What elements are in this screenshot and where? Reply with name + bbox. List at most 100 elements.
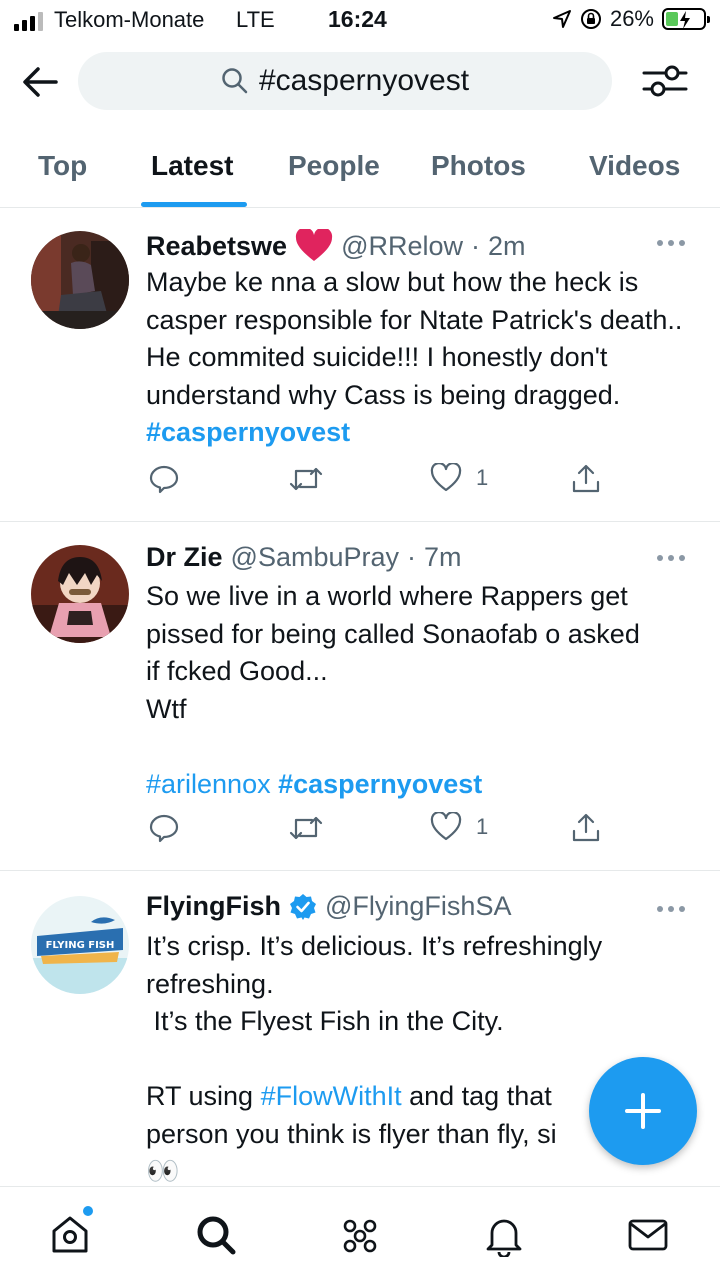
tweet-actions: 1 bbox=[146, 812, 616, 848]
tweet-text-fragment: RT using bbox=[146, 1081, 261, 1111]
user-handle: @RRelow bbox=[341, 230, 464, 261]
new-content-indicator bbox=[83, 1206, 93, 1216]
clock: 16:24 bbox=[328, 6, 387, 32]
tweet-text: So we live in a world where Rappers get p… bbox=[146, 578, 686, 803]
bottom-navigation bbox=[0, 1186, 720, 1280]
nav-messages[interactable] bbox=[626, 1213, 670, 1257]
nav-search[interactable] bbox=[194, 1213, 238, 1257]
plus-icon bbox=[625, 1093, 661, 1129]
nav-spaces[interactable] bbox=[338, 1213, 382, 1257]
more-icon[interactable] bbox=[656, 239, 686, 247]
search-query: #caspernyovest bbox=[258, 64, 470, 97]
share-icon bbox=[572, 813, 600, 842]
search-icon bbox=[222, 68, 248, 94]
tweet-text-line: if fcked Good... bbox=[146, 656, 328, 686]
user-handle: @FlyingFishSA bbox=[325, 891, 512, 921]
location-icon bbox=[552, 10, 571, 28]
tweet-text-line: It’s the Flyest Fish in the City. bbox=[146, 1006, 504, 1036]
share-button[interactable] bbox=[570, 812, 602, 844]
tab-top[interactable]: Top bbox=[38, 150, 87, 182]
tab-photos[interactable]: Photos bbox=[431, 150, 526, 182]
tweet[interactable]: Reabetswe @RRelow · 2m Maybe ke nna a sl… bbox=[0, 209, 720, 522]
tweet-text-line: So we live in a world where Rappers get bbox=[146, 581, 628, 611]
tweet-time: 2m bbox=[488, 230, 526, 261]
compose-tweet-button[interactable] bbox=[589, 1057, 697, 1165]
mail-icon bbox=[628, 1219, 668, 1251]
arrow-left-icon bbox=[23, 67, 58, 97]
eyes-emoji: 👀 bbox=[146, 1156, 180, 1186]
heart-icon bbox=[430, 812, 462, 841]
tab-latest[interactable]: Latest bbox=[151, 150, 233, 182]
hashtag-link[interactable]: #arilennox bbox=[146, 769, 271, 799]
display-name[interactable]: Dr Zie bbox=[146, 542, 223, 573]
back-button[interactable] bbox=[20, 64, 60, 100]
tweet-header: Dr Zie @SambuPray · 7m bbox=[146, 542, 462, 573]
carrier-label: Telkom-Monate bbox=[54, 7, 205, 32]
status-bar: Telkom-Monate LTE 16:24 26% bbox=[0, 0, 720, 40]
sliders-icon bbox=[642, 65, 688, 97]
display-name[interactable]: FlyingFish bbox=[146, 891, 281, 922]
hashtag-link[interactable]: #caspernyovest bbox=[278, 769, 482, 799]
tweet[interactable]: Dr Zie @SambuPray · 7m So we live in a w… bbox=[0, 522, 720, 871]
tweet-text-fragment: and tag that bbox=[401, 1081, 552, 1111]
dot-separator: · bbox=[471, 230, 481, 261]
reply-icon bbox=[149, 814, 179, 843]
more-icon[interactable] bbox=[656, 905, 686, 913]
nav-notifications[interactable] bbox=[482, 1213, 526, 1259]
network-label: LTE bbox=[236, 7, 275, 32]
status-right: 26% bbox=[552, 6, 710, 32]
like-button[interactable]: 1 bbox=[430, 463, 488, 493]
user-handle: @SambuPray bbox=[230, 542, 400, 572]
red-heart-emoji-icon bbox=[295, 229, 333, 261]
reply-icon bbox=[149, 465, 179, 494]
tweet-header: FlyingFish @FlyingFishSA bbox=[146, 891, 511, 922]
tweet-body-text: Maybe ke nna a slow but how the heck is … bbox=[146, 267, 690, 410]
reply-button[interactable] bbox=[148, 463, 180, 495]
retweet-button[interactable] bbox=[288, 463, 324, 495]
tweet-time: 7m bbox=[424, 542, 462, 572]
battery-icon bbox=[662, 8, 710, 30]
tweet-text-line: It’s crisp. It’s delicious. It’s refresh… bbox=[146, 931, 603, 961]
search-icon bbox=[197, 1216, 236, 1255]
tweet-header: Reabetswe @RRelow · 2m bbox=[146, 229, 526, 263]
tweet-text: Maybe ke nna a slow but how the heck is … bbox=[146, 264, 686, 452]
tweet-text-line: refreshing. bbox=[146, 968, 274, 999]
spaces-icon bbox=[343, 1219, 377, 1253]
avatar-logo-text: FLYING FISH bbox=[46, 940, 115, 951]
like-button[interactable]: 1 bbox=[430, 812, 488, 842]
battery-percent: 26% bbox=[609, 6, 654, 31]
search-input[interactable]: #caspernyovest bbox=[78, 52, 612, 110]
orientation-lock-icon bbox=[580, 9, 601, 29]
hashtag-link[interactable]: #FlowWithIt bbox=[261, 1081, 402, 1111]
tweet-text-line: Wtf bbox=[146, 693, 187, 724]
display-name[interactable]: Reabetswe bbox=[146, 231, 287, 262]
tweet-text: It’s crisp. It’s delicious. It’s refresh… bbox=[146, 928, 686, 1191]
reply-button[interactable] bbox=[148, 812, 180, 844]
hashtag-link[interactable]: #caspernyovest bbox=[146, 417, 350, 447]
home-icon bbox=[52, 1216, 88, 1253]
share-icon bbox=[572, 464, 600, 493]
tab-videos[interactable]: Videos bbox=[589, 150, 680, 182]
bell-icon bbox=[486, 1219, 522, 1259]
retweet-icon bbox=[289, 467, 323, 491]
heart-icon bbox=[430, 463, 462, 492]
search-settings-button[interactable] bbox=[640, 60, 690, 102]
dot-separator: · bbox=[407, 542, 417, 572]
tweet-text-line: pissed for being called Sonaofab o asked bbox=[146, 618, 640, 649]
signal-icon bbox=[14, 12, 43, 31]
more-icon[interactable] bbox=[656, 554, 686, 562]
avatar[interactable] bbox=[31, 231, 129, 329]
retweet-button[interactable] bbox=[288, 812, 324, 844]
share-button[interactable] bbox=[570, 463, 602, 495]
search-tabs: Top Latest People Photos Videos bbox=[0, 130, 720, 208]
active-tab-indicator bbox=[141, 202, 247, 207]
like-count: 1 bbox=[476, 814, 489, 839]
tab-people[interactable]: People bbox=[288, 150, 380, 182]
avatar[interactable] bbox=[31, 545, 129, 643]
nav-home[interactable] bbox=[48, 1213, 92, 1257]
like-count: 1 bbox=[476, 465, 489, 490]
verified-badge-icon bbox=[290, 893, 316, 920]
retweet-icon bbox=[289, 816, 323, 840]
avatar[interactable]: FLYING FISH bbox=[31, 896, 129, 994]
tweet-actions: 1 bbox=[146, 463, 616, 499]
